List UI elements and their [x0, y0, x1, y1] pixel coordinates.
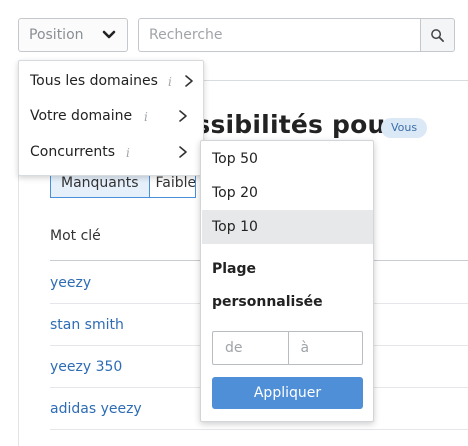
custom-range-label: Plage	[212, 261, 257, 277]
option-top-20[interactable]: Top 20	[202, 176, 373, 210]
info-icon[interactable]: i	[126, 146, 130, 160]
domain-badge: Vous	[381, 118, 428, 138]
info-icon[interactable]: i	[144, 110, 148, 124]
menu-item-label: Votre domaine	[30, 108, 133, 124]
section-heading: ossibilités pour	[178, 110, 398, 139]
section-divider	[200, 80, 468, 81]
custom-range-inputs	[212, 331, 363, 365]
chevron-right-icon	[179, 146, 187, 158]
range-to-input[interactable]	[287, 332, 362, 364]
menu-item-label: Concurrents	[30, 144, 116, 160]
search-button[interactable]	[420, 18, 455, 52]
search-input[interactable]	[138, 18, 420, 52]
option-top-50[interactable]: Top 50	[202, 142, 373, 176]
position-menu: Tous les domaines i Votre domaine i Conc…	[18, 60, 204, 176]
custom-range-label-cont: personnalisée	[212, 294, 323, 310]
menu-item-all-domains[interactable]: Tous les domaines i	[19, 63, 205, 99]
search-icon	[431, 28, 444, 42]
chevron-down-icon	[102, 30, 116, 39]
column-header-keyword[interactable]: Mot clé	[50, 228, 101, 244]
apply-button[interactable]: Appliquer	[212, 377, 363, 409]
menu-item-label: Tous les domaines	[30, 73, 158, 89]
chevron-right-icon	[179, 110, 187, 122]
option-top-10[interactable]: Top 10	[202, 210, 373, 244]
range-from-input[interactable]	[213, 332, 288, 364]
chevron-right-icon	[185, 75, 193, 87]
panel-border	[18, 170, 19, 446]
menu-item-competitors[interactable]: Concurrents i	[19, 134, 205, 170]
position-dropdown-button[interactable]: Position	[18, 18, 128, 52]
position-dropdown-label: Position	[29, 27, 84, 43]
top-range-submenu: Top 50 Top 20 Top 10 Plage personnalisée…	[200, 140, 374, 422]
info-icon[interactable]: i	[168, 75, 172, 89]
menu-item-your-domain[interactable]: Votre domaine i	[19, 98, 205, 134]
